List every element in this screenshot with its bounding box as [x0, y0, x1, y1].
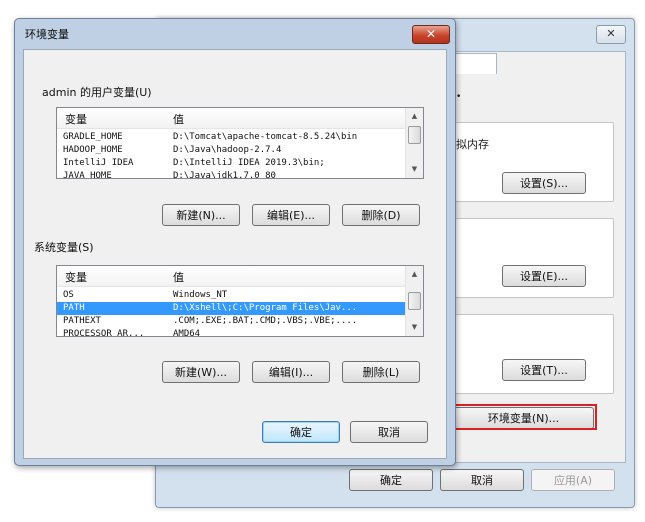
dialog-ok-button[interactable]: 确定 — [262, 421, 340, 443]
variable-value: D:\Java\jdk1.7.0_80 — [173, 171, 276, 179]
variable-name: PATHEXT — [63, 316, 101, 326]
user-list-header: 变量 值 — [57, 108, 406, 129]
variable-name: OS — [63, 290, 74, 300]
table-row[interactable]: GRADLE_HOME D:\Tomcat\apache-tomcat-8.5.… — [57, 131, 406, 144]
system-list-scrollbar[interactable]: ▲ ▼ — [405, 266, 423, 336]
user-delete-button[interactable]: 删除(D) — [342, 204, 420, 226]
tab-advanced[interactable] — [455, 53, 497, 74]
user-list-scrollbar[interactable]: ▲ ▼ — [405, 108, 423, 178]
variable-name: IntelliJ IDEA — [63, 158, 134, 168]
variable-name: GRADLE_HOME — [63, 132, 123, 142]
variable-name: JAVA_HOME — [63, 171, 112, 179]
user-edit-button[interactable]: 编辑(E)... — [252, 204, 330, 226]
system-properties-apply-button[interactable]: 应用(A) — [531, 469, 615, 491]
variable-value: AMD64 — [173, 329, 201, 337]
system-delete-button[interactable]: 删除(L) — [342, 361, 420, 383]
close-icon: ✕ — [425, 27, 437, 41]
close-icon: ✕ — [606, 27, 616, 40]
scroll-up-icon[interactable]: ▲ — [406, 266, 423, 283]
variable-name: PROCESSOR_AR... — [63, 329, 145, 337]
dialog-cancel-button[interactable]: 取消 — [350, 421, 428, 443]
dialog-client-area: admin 的用户变量(U) 变量 值 GRADLE_HOME D:\Tomca… — [23, 49, 447, 459]
system-variables-list[interactable]: 变量 值 OS Windows_NT PATH D:\Xshell\;C:\Pr… — [56, 265, 424, 337]
column-header-value[interactable]: 值 — [173, 269, 184, 285]
column-header-variable[interactable]: 变量 — [65, 269, 87, 285]
table-row-selected[interactable]: PATH D:\Xshell\;C:\Program Files\Jav... — [57, 302, 406, 315]
variable-value: Windows_NT — [173, 290, 228, 300]
scroll-thumb[interactable] — [408, 126, 421, 144]
system-new-button[interactable]: 新建(W)... — [162, 361, 240, 383]
variable-value: D:\IntelliJ IDEA 2019.3\bin; — [173, 158, 325, 168]
system-list-header: 变量 值 — [57, 266, 406, 287]
bullet-glyph: • — [456, 92, 462, 102]
scroll-thumb[interactable] — [408, 292, 421, 310]
user-variables-list[interactable]: 变量 值 GRADLE_HOME D:\Tomcat\apache-tomcat… — [56, 107, 424, 179]
table-row[interactable]: HADOOP_HOME D:\Java\hadoop-2.7.4 — [57, 144, 406, 157]
table-row[interactable]: JAVA_HOME D:\Java\jdk1.7.0_80 — [57, 170, 406, 179]
table-row[interactable]: IntelliJ IDEA D:\IntelliJ IDEA 2019.3\bi… — [57, 157, 406, 170]
column-header-variable[interactable]: 变量 — [65, 111, 87, 127]
system-properties-close-button[interactable]: ✕ — [596, 25, 626, 44]
scroll-down-icon[interactable]: ▼ — [406, 161, 423, 178]
dialog-title: 环境变量 — [25, 28, 69, 41]
environment-variables-dialog: 环境变量 ✕ admin 的用户变量(U) 变量 值 GRADLE_HOME D… — [14, 18, 456, 466]
system-variables-label: 系统变量(S) — [34, 241, 94, 254]
system-properties-cancel-button[interactable]: 取消 — [440, 469, 524, 491]
variable-value: D:\Tomcat\apache-tomcat-8.5.24\bin — [173, 132, 358, 142]
user-profiles-settings-button[interactable]: 设置(E)... — [502, 265, 586, 287]
user-new-button[interactable]: 新建(N)... — [162, 204, 240, 226]
virtual-memory-text: 拟内存 — [456, 138, 489, 151]
variable-name: PATH — [63, 303, 85, 313]
scroll-down-icon[interactable]: ▼ — [406, 319, 423, 336]
variable-value: D:\Xshell\;C:\Program Files\Jav... — [173, 303, 358, 313]
user-variables-label: admin 的用户变量(U) — [42, 86, 152, 99]
system-edit-button[interactable]: 编辑(I)... — [252, 361, 330, 383]
column-header-value[interactable]: 值 — [173, 111, 184, 127]
variable-value: D:\Java\hadoop-2.7.4 — [173, 145, 282, 155]
startup-settings-button[interactable]: 设置(T)... — [502, 359, 586, 381]
table-row[interactable]: PATHEXT .COM;.EXE;.BAT;.CMD;.VBS;.VBE;..… — [57, 315, 406, 328]
startup-recovery-group — [444, 314, 614, 394]
table-row[interactable]: PROCESSOR_AR... AMD64 — [57, 328, 406, 337]
performance-settings-button[interactable]: 设置(S)... — [502, 172, 586, 194]
dialog-close-button[interactable]: ✕ — [412, 25, 450, 44]
table-row[interactable]: OS Windows_NT — [57, 289, 406, 302]
system-properties-ok-button[interactable]: 确定 — [349, 469, 433, 491]
highlight-box — [450, 404, 597, 430]
scroll-up-icon[interactable]: ▲ — [406, 108, 423, 125]
variable-value: .COM;.EXE;.BAT;.CMD;.VBS;.VBE;.... — [173, 316, 358, 326]
variable-name: HADOOP_HOME — [63, 145, 123, 155]
